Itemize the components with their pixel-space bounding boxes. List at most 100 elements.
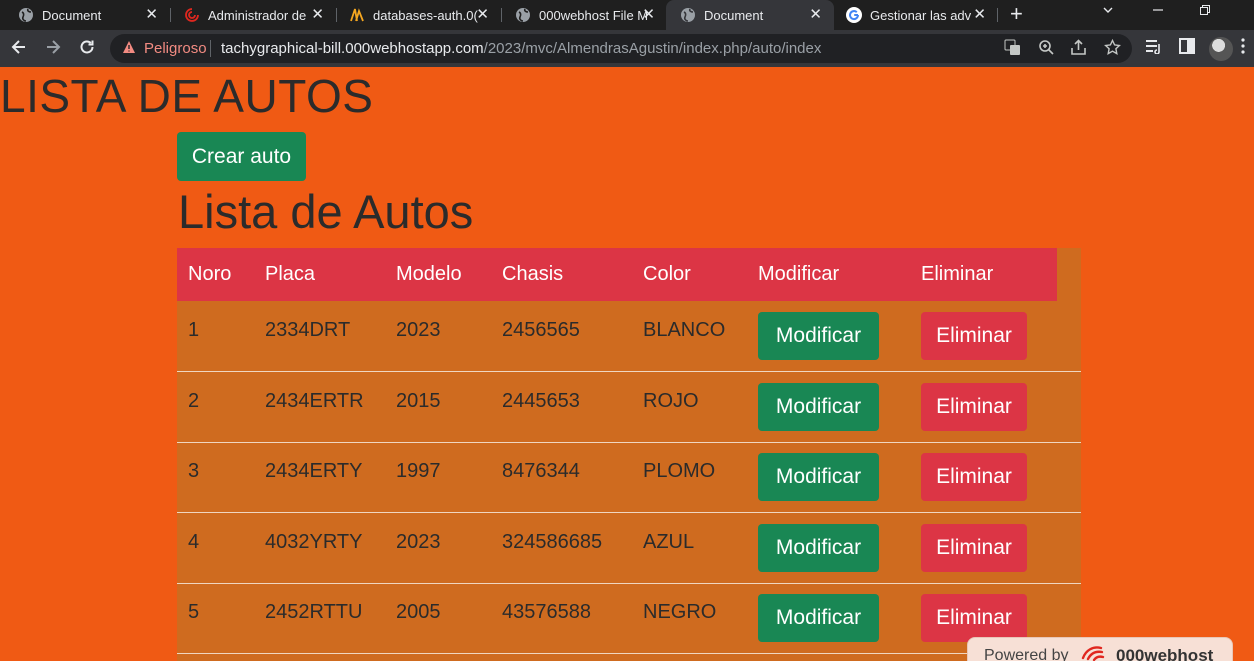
url-text[interactable]: tachygraphical-bill.000webhostapp.com/20…	[221, 40, 821, 57]
cell-modelo: 1997	[396, 460, 441, 482]
browser-toolbar: Peligroso tachygraphical-bill.000webhost…	[0, 30, 1254, 67]
table-header-row: Noro Placa Modelo Chasis Color Modificar…	[177, 248, 1057, 301]
cell-modelo: 2015	[396, 390, 441, 412]
cell-number: 1	[188, 319, 200, 341]
globe-icon	[515, 7, 531, 23]
cell-modelo: 2023	[396, 531, 441, 553]
cell-placa: 2434ERTY	[265, 460, 363, 482]
webhost-brand: 000webhost	[1116, 646, 1214, 661]
cell-chasis: 324586685	[502, 531, 603, 553]
create-auto-button[interactable]: Crear auto	[177, 132, 306, 181]
table-row: 2 2434ERTR 2015 2445653 ROJO Modificar E…	[177, 372, 1081, 443]
delete-button[interactable]: Eliminar	[921, 312, 1027, 360]
cell-placa: 2434ERTR	[265, 390, 364, 412]
cell-modelo: 2005	[396, 601, 441, 623]
cell-number: 4	[188, 531, 200, 553]
tab-close-icon[interactable]: ✕	[145, 6, 158, 24]
powered-by-label: Powered by	[984, 647, 1069, 661]
tab-document-active[interactable]: Document ✕	[666, 0, 834, 30]
minimize-icon[interactable]	[1152, 3, 1164, 19]
tab-close-icon[interactable]: ✕	[973, 6, 986, 24]
address-bar[interactable]: Peligroso tachygraphical-bill.000webhost…	[110, 34, 1132, 63]
webhost-logo-icon	[1080, 642, 1112, 661]
spiral-icon	[184, 7, 200, 23]
cell-color: BLANCO	[643, 319, 726, 341]
tab-close-icon[interactable]: ✕	[476, 6, 489, 24]
cell-color: PLOMO	[643, 460, 716, 482]
cell-chasis: 2445653	[502, 390, 580, 412]
delete-button[interactable]: Eliminar	[921, 383, 1027, 431]
side-panel-icon[interactable]	[1179, 38, 1195, 59]
tab-close-icon[interactable]: ✕	[642, 6, 655, 24]
powered-by-badge[interactable]: Powered by 000webhost	[967, 637, 1233, 661]
tab-title: Gestionar las adv	[870, 7, 972, 23]
cell-chasis: 43576588	[502, 601, 591, 623]
modify-button[interactable]: Modificar	[758, 524, 879, 572]
list-heading: Lista de Autos	[178, 185, 474, 238]
url-host: tachygraphical-bill.000webhostapp.com	[221, 40, 484, 57]
reload-icon[interactable]	[78, 38, 96, 60]
reading-list-icon[interactable]	[1145, 38, 1163, 59]
bookmark-star-icon[interactable]	[1104, 38, 1121, 60]
delete-button[interactable]: Eliminar	[921, 594, 1027, 642]
restore-icon[interactable]	[1199, 3, 1211, 19]
cell-color: ROJO	[643, 390, 699, 412]
tab-separator	[997, 8, 998, 22]
column-header-modelo: Modelo	[396, 263, 462, 285]
column-header-placa: Placa	[265, 263, 316, 285]
new-tab-button[interactable]: +	[1010, 3, 1023, 25]
sail-icon	[349, 7, 365, 23]
tab-title: databases-auth.0(	[373, 7, 478, 23]
warning-icon[interactable]	[122, 40, 136, 57]
page-title: LISTA DE AUTOS	[0, 70, 374, 122]
cell-number: 3	[188, 460, 200, 482]
tab-file-manager[interactable]: 000webhost File M ✕	[497, 0, 667, 30]
omnibox-divider	[210, 40, 211, 57]
tab-title: Document	[42, 7, 102, 23]
table-row: 5 2452RTTU 2005 43576588 NEGRO Modificar…	[177, 583, 1081, 654]
share-icon[interactable]	[1070, 39, 1087, 60]
cell-number: 2	[188, 390, 200, 412]
cell-color: AZUL	[643, 531, 695, 553]
table-row: 4 4032YRTY 2023 324586685 AZUL Modificar…	[177, 513, 1081, 584]
tab-search-chevron-icon[interactable]	[1102, 3, 1114, 19]
table-row: 3 2434ERTY 1997 8476344 PLOMO Modificar …	[177, 442, 1081, 513]
tab-title: Document	[704, 7, 764, 23]
translate-icon[interactable]	[1004, 39, 1021, 60]
back-icon[interactable]	[10, 38, 28, 60]
modify-button[interactable]: Modificar	[758, 312, 879, 360]
globe-icon	[18, 7, 34, 23]
globe-icon	[680, 7, 696, 23]
tab-close-icon[interactable]: ✕	[311, 6, 324, 24]
google-icon	[846, 7, 862, 23]
tab-title: Administrador de	[208, 7, 307, 23]
delete-button[interactable]: Eliminar	[921, 453, 1027, 501]
column-header-number: Noro	[188, 263, 232, 285]
profile-avatar[interactable]	[1209, 37, 1233, 61]
zoom-icon[interactable]	[1038, 39, 1055, 60]
cell-chasis: 8476344	[502, 460, 580, 482]
tab-close-icon[interactable]: ✕	[809, 6, 822, 24]
modify-button[interactable]: Modificar	[758, 383, 879, 431]
forward-icon[interactable]	[44, 38, 62, 60]
column-header-chasis: Chasis	[502, 263, 564, 285]
table-row: 1 2334DRT 2023 2456565 BLANCO Modificar …	[177, 301, 1081, 372]
security-status[interactable]: Peligroso	[144, 40, 207, 57]
tab-document-1[interactable]: Document ✕	[0, 0, 170, 30]
more-menu-icon[interactable]	[1241, 38, 1245, 59]
column-header-modificar: Modificar	[758, 263, 840, 285]
tab-title: 000webhost File M	[539, 7, 649, 23]
url-path: /2023/mvc/AlmendrasAgustin/index.php/aut…	[483, 40, 822, 57]
column-header-eliminar: Eliminar	[921, 263, 994, 285]
delete-button[interactable]: Eliminar	[921, 524, 1027, 572]
cell-placa: 2452RTTU	[265, 601, 363, 623]
modify-button[interactable]: Modificar	[758, 594, 879, 642]
cell-number: 5	[188, 601, 200, 623]
cell-chasis: 2456565	[502, 319, 580, 341]
tab-administrador[interactable]: Administrador de ✕	[166, 0, 336, 30]
tab-databases[interactable]: databases-auth.0( ✕	[331, 0, 501, 30]
tab-gestionar[interactable]: Gestionar las adv ✕	[828, 0, 998, 30]
cell-color: NEGRO	[643, 601, 717, 623]
cell-modelo: 2023	[396, 319, 441, 341]
modify-button[interactable]: Modificar	[758, 453, 879, 501]
